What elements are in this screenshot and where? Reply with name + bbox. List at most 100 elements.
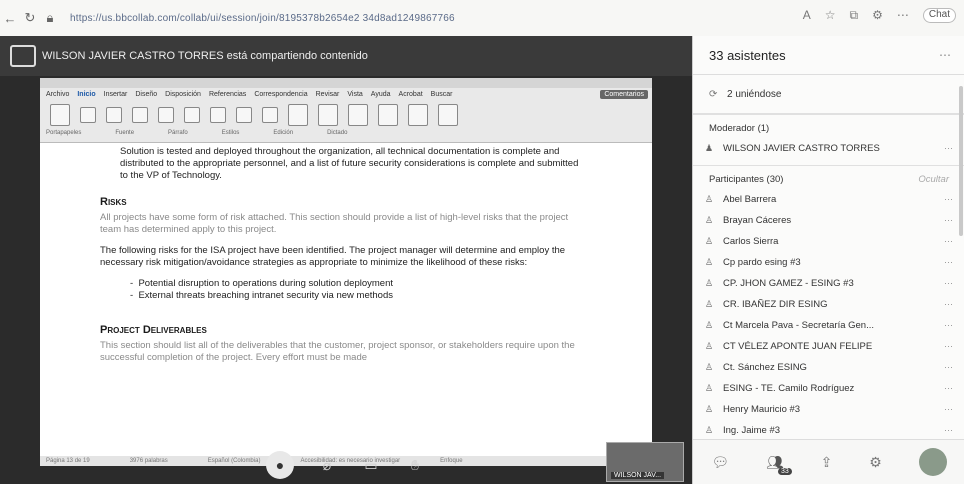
find-icon[interactable]: [318, 104, 338, 126]
attendee-options-icon[interactable]: ⋯: [925, 425, 953, 436]
my-status-icon[interactable]: ●: [266, 451, 294, 479]
cut-icon[interactable]: [80, 107, 96, 123]
more-icon[interactable]: ⋯: [897, 8, 909, 23]
participant-name: Henry Mauricio #3: [723, 404, 801, 415]
camera-off-icon[interactable]: ▭: [360, 454, 382, 476]
participant-row[interactable]: ♙ Abel Barrera ⋯: [693, 189, 964, 210]
participant-row[interactable]: ♙ Brayan Cáceres ⋯: [693, 210, 964, 231]
presenter-thumbnail[interactable]: WILSON JAV...: [606, 442, 684, 482]
collections-icon[interactable]: ⧉: [850, 8, 859, 23]
my-avatar[interactable]: [918, 448, 947, 476]
attendee-options-icon[interactable]: ⋯: [925, 383, 953, 394]
participant-row[interactable]: ♙ Ct. Sánchez ESING ⋯: [693, 357, 964, 378]
ribbon-group-labels: Portapapeles Fuente Párrafo Estilos Edic…: [40, 130, 652, 140]
tab-correspondencia[interactable]: Correspondencia: [254, 91, 307, 98]
tab-buscar[interactable]: Buscar: [431, 91, 453, 98]
attendees-icon[interactable]: 👥︎ 33: [766, 454, 792, 475]
microphone-off-icon[interactable]: ⌀: [316, 454, 338, 476]
tab-revisar[interactable]: Revisar: [316, 91, 340, 98]
favorites-icon[interactable]: ☆: [825, 8, 836, 23]
tab-insertar[interactable]: Insertar: [104, 91, 128, 98]
panel-options-icon[interactable]: ⋯: [939, 48, 951, 62]
participant-list: ♙ Abel Barrera ⋯ ♙ Brayan Cáceres ⋯ ♙ Carlos Si…: [693, 189, 964, 441]
tab-diseno[interactable]: Diseño: [135, 91, 157, 98]
share-content-icon[interactable]: ⇪: [821, 454, 833, 471]
group-label: Portapapeles: [46, 130, 82, 136]
joining-row[interactable]: ⟳ 2 uniéndose: [693, 75, 964, 114]
reload-icon[interactable]: ↻: [20, 10, 40, 26]
participant-row[interactable]: ♙ Carlos Sierra ⋯: [693, 231, 964, 252]
participant-row[interactable]: ♙ Ct Marcela Pava - Secretaría Gen... ⋯: [693, 315, 964, 336]
reuse-icon[interactable]: [408, 104, 428, 126]
attendee-options-icon[interactable]: ⋯: [925, 257, 953, 268]
panel-scrollbar[interactable]: [959, 86, 963, 236]
attendee-options-icon[interactable]: ⋯: [925, 194, 953, 205]
participant-name: ESING - TE. Camilo Rodríguez: [723, 383, 855, 394]
participant-row[interactable]: ♙ Henry Mauricio #3 ⋯: [693, 399, 964, 420]
extensions-icon[interactable]: ⚙: [872, 8, 883, 23]
dictate-icon[interactable]: [348, 104, 368, 126]
moderator-row[interactable]: ♟ WILSON JAVIER CASTRO TORRES ⋯: [693, 138, 964, 159]
participant-name: CP. JHON GAMEZ - ESING #3: [723, 278, 854, 289]
tab-ayuda[interactable]: Ayuda: [371, 91, 391, 98]
address-bar[interactable]: https://us.bbcollab.com/collab/ui/sessio…: [70, 13, 455, 24]
intro-paragraph: Solution is tested and deployed througho…: [120, 146, 579, 181]
shared-document[interactable]: Archivo Inicio Insertar Diseño Disposici…: [40, 78, 658, 466]
bold-icon[interactable]: [106, 107, 122, 123]
participant-name: Brayan Cáceres: [723, 215, 792, 226]
attendee-options-icon[interactable]: ⋯: [925, 236, 953, 247]
numbering-icon[interactable]: [236, 107, 252, 123]
deliverables-instructions: This section should list all of the deli…: [100, 340, 575, 363]
participant-icon: ♙: [705, 320, 714, 330]
bullets-icon[interactable]: [210, 107, 226, 123]
attendee-options-icon[interactable]: ⋯: [925, 362, 953, 373]
tab-disposicion[interactable]: Disposición: [165, 91, 201, 98]
participant-row[interactable]: ♙ CT VÉLEZ APONTE JUAN FELIPE ⋯: [693, 336, 964, 357]
participant-row[interactable]: ♙ CP. JHON GAMEZ - ESING #3 ⋯: [693, 273, 964, 294]
tab-vista[interactable]: Vista: [347, 91, 362, 98]
attendee-options-icon[interactable]: ⋯: [925, 143, 953, 154]
ribbon-tabs: Archivo Inicio Insertar Diseño Disposici…: [40, 88, 652, 100]
participant-icon: ♙: [705, 341, 714, 351]
participant-name: CT VÉLEZ APONTE JUAN FELIPE: [723, 341, 873, 352]
back-icon[interactable]: ←: [0, 11, 20, 26]
participant-icon: ♙: [705, 362, 714, 372]
browser-toolbar: ← ↻ 🔒︎ https://us.bbcollab.com/collab/ui…: [0, 0, 964, 37]
tab-referencias[interactable]: Referencias: [209, 91, 246, 98]
tab-acrobat[interactable]: Acrobat: [399, 91, 423, 98]
attendee-options-icon[interactable]: ⋯: [925, 341, 953, 352]
group-label: Fuente: [115, 130, 135, 136]
moderator-section: Moderador (1): [693, 114, 964, 138]
participant-row[interactable]: ♙ ESING - TE. Camilo Rodríguez ⋯: [693, 378, 964, 399]
group-label: Dictado: [327, 130, 348, 136]
raise-hand-icon[interactable]: ✋︎: [404, 454, 426, 476]
chat-icon[interactable]: 💬︎: [711, 454, 729, 471]
participant-row[interactable]: ♙ Ing. Jaime #3 ⋯: [693, 420, 964, 441]
attendee-options-icon[interactable]: ⋯: [925, 320, 953, 331]
underline-icon[interactable]: [158, 107, 174, 123]
participant-row[interactable]: ♙ Cp pardo esing #3 ⋯: [693, 252, 964, 273]
italic-icon[interactable]: [132, 107, 148, 123]
settings-icon[interactable]: ⚙: [869, 454, 882, 471]
participant-row[interactable]: ♙ CR. IBAÑEZ DIR ESING ⋯: [693, 294, 964, 315]
tab-inicio[interactable]: Inicio: [77, 91, 95, 98]
styles-icon[interactable]: [288, 104, 308, 126]
align-icon[interactable]: [262, 107, 278, 123]
hide-participants-link[interactable]: Ocultar: [918, 174, 949, 185]
moderator-name: WILSON JAVIER CASTRO TORRES: [723, 143, 880, 154]
attendee-options-icon[interactable]: ⋯: [925, 404, 953, 415]
paste-icon[interactable]: [50, 104, 70, 126]
attendee-options-icon[interactable]: ⋯: [925, 215, 953, 226]
participant-name: CR. IBAÑEZ DIR ESING: [723, 299, 828, 310]
attendee-options-icon[interactable]: ⋯: [925, 299, 953, 310]
tab-archivo[interactable]: Archivo: [46, 91, 69, 98]
participant-icon: ♙: [705, 278, 714, 288]
group-label: Párrafo: [168, 130, 188, 136]
attendee-options-icon[interactable]: ⋯: [925, 278, 953, 289]
profile-button[interactable]: Chat: [922, 8, 956, 23]
font-color-icon[interactable]: [184, 107, 200, 123]
comments-button[interactable]: Comentarios: [600, 90, 648, 99]
acrobat-icon[interactable]: [438, 104, 458, 126]
read-aloud-icon[interactable]: A: [803, 8, 811, 23]
editor-icon[interactable]: [378, 104, 398, 126]
